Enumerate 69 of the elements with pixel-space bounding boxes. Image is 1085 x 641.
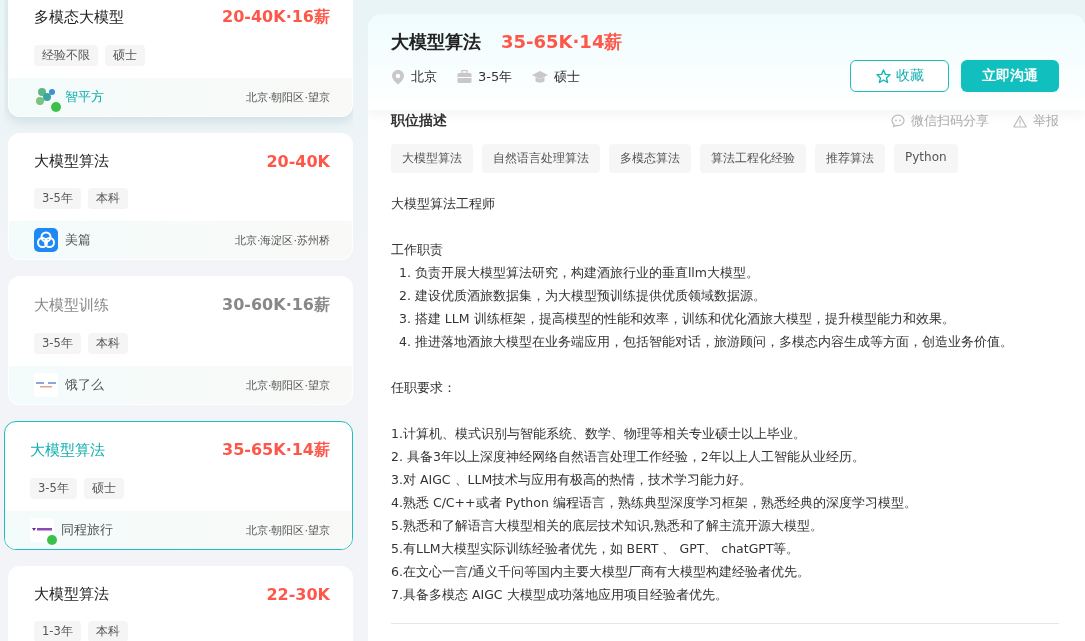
section-title: 职位描述 bbox=[391, 112, 447, 130]
tag: 1-3年 bbox=[34, 621, 81, 641]
description-line: 工作职责 bbox=[391, 241, 444, 259]
tag: 本科 bbox=[87, 188, 128, 209]
salary: 22-30K bbox=[266, 585, 330, 604]
salary: 20-40K bbox=[266, 152, 330, 171]
job-meta: 硕士 bbox=[554, 68, 581, 86]
warning-icon bbox=[1013, 114, 1027, 128]
tag: 硕士 bbox=[83, 478, 124, 499]
job-meta: 北京 bbox=[411, 68, 437, 86]
job-title: 大模型算法 bbox=[34, 152, 109, 171]
skill-tag: 推荐算法 bbox=[815, 144, 885, 173]
job-card[interactable]: 大模型算法 20-40K 3-5年 本科 美篇 北京·海淀区·苏州桥 bbox=[8, 133, 353, 260]
salary: 30-60K·16薪 bbox=[222, 295, 330, 316]
job-location: 北京·朝阳区·望京 bbox=[246, 377, 330, 393]
job-title: 大模型算法 bbox=[30, 441, 105, 460]
job-location: 北京·海淀区·苏州桥 bbox=[235, 232, 330, 248]
skill-tag: Python bbox=[894, 144, 958, 173]
description-line: 1. 负责开展大模型算法研究，构建酒旅行业的垂直llm大模型。 bbox=[398, 264, 761, 282]
job-title: 大模型训练 bbox=[34, 296, 109, 315]
skill-tag: 多模态算法 bbox=[609, 144, 691, 173]
skill-tag: 自然语言处理算法 bbox=[482, 144, 600, 173]
job-title: 多模态大模型 bbox=[34, 8, 124, 27]
description-line: 2. 建设优质酒旅数据集，为大模型预训练提供优质领域数据源。 bbox=[398, 287, 767, 305]
text-logo-icon bbox=[30, 518, 54, 542]
description-line: 7.具备多模态 AIGC 大模型成功落地应用项目经验者优先。 bbox=[391, 586, 729, 604]
job-meta: 3-5年 bbox=[478, 68, 513, 86]
description-line: 3.对 AIGC 、LLM技术与应用有极高的热情，技术学习能力好。 bbox=[391, 471, 754, 489]
chat-bubble-icon bbox=[891, 114, 905, 128]
job-title: 大模型算法 bbox=[391, 30, 481, 54]
description-line: 5.熟悉和了解语言大模型相关的底层技术知识,熟悉和了解主流开源大模型。 bbox=[391, 517, 824, 535]
job-title: 大模型算法 bbox=[34, 585, 109, 604]
description-line: 任职要求： bbox=[391, 379, 457, 397]
tag: 3-5年 bbox=[34, 188, 81, 209]
company-name: 美篇 bbox=[65, 231, 92, 249]
text-logo-icon bbox=[34, 373, 58, 397]
company-name: 智平方 bbox=[65, 88, 105, 106]
tag: 本科 bbox=[87, 333, 128, 354]
job-location: 北京·朝阳区·望京 bbox=[246, 89, 330, 105]
description-line: 5.有LLM大模型实际训练经验者优先，如 BERT 、 GPT、 chatGPT等。 bbox=[391, 540, 801, 558]
description-line: 2. 具备3年以上深度神经网络自然语言处理工作经验，2年以上人工智能从业经历。 bbox=[391, 448, 866, 466]
company-name: 饿了么 bbox=[65, 376, 105, 394]
salary: 20-40K·16薪 bbox=[222, 7, 330, 28]
job-location: 北京·朝阳区·望京 bbox=[246, 522, 330, 538]
description-line: 大模型算法工程师 bbox=[391, 195, 496, 213]
description-line: 6.在文心一言/通义千问等国内主要大模型厂商有大模型构建经验者优先。 bbox=[391, 563, 812, 581]
job-card[interactable]: 大模型算法 35-65K·14薪 3-5年 硕士 同程旅行 北京·朝阳区·望京 bbox=[4, 421, 353, 550]
tag: 经验不限 bbox=[34, 45, 98, 66]
star-icon bbox=[875, 68, 891, 84]
tag: 硕士 bbox=[105, 45, 145, 66]
rings-logo-icon bbox=[34, 228, 58, 252]
job-card[interactable]: 大模型训练 30-60K·16薪 3-5年 本科 饿了么 北京·朝阳区·望京 bbox=[8, 276, 353, 405]
graduation-cap-icon bbox=[532, 70, 549, 84]
description-line: 4.熟悉 C/C++或者 Python 编程语言，熟练典型深度学习框架，熟悉经典的深度学习模型。 bbox=[391, 494, 918, 512]
salary: 35-65K·14薪 bbox=[222, 440, 330, 461]
job-card[interactable]: 多模态大模型 20-40K·16薪 经验不限 硕士 智平方 北京·朝阳区·望京 bbox=[8, 0, 353, 117]
description-line: 3. 搭建 LLM 训练框架，提高模型的性能和效率，训练和优化酒旅大模型，提升模型能力和效果。 bbox=[398, 310, 956, 328]
tag: 3-5年 bbox=[30, 478, 77, 499]
job-card[interactable]: 大模型算法 22-30K 1-3年 本科 bbox=[8, 566, 353, 641]
description-line: 4. 推进落地酒旅大模型在业务端应用，包括智能对话，旅游顾问，多模态内容生成等方面，创造业务价值。 bbox=[398, 333, 1014, 351]
tag: 本科 bbox=[87, 621, 128, 641]
skill-tag: 算法工程化经验 bbox=[700, 144, 806, 173]
briefcase-icon bbox=[457, 70, 472, 84]
company-name: 同程旅行 bbox=[61, 521, 114, 539]
description-line: 1.计算机、模式识别与智能系统、数学、物理等相关专业硕士以上毕业。 bbox=[391, 425, 807, 443]
salary: 35-65K·14薪 bbox=[501, 30, 623, 54]
tag: 3-5年 bbox=[34, 333, 81, 354]
location-pin-icon bbox=[391, 69, 405, 85]
skill-tag: 大模型算法 bbox=[391, 144, 473, 173]
